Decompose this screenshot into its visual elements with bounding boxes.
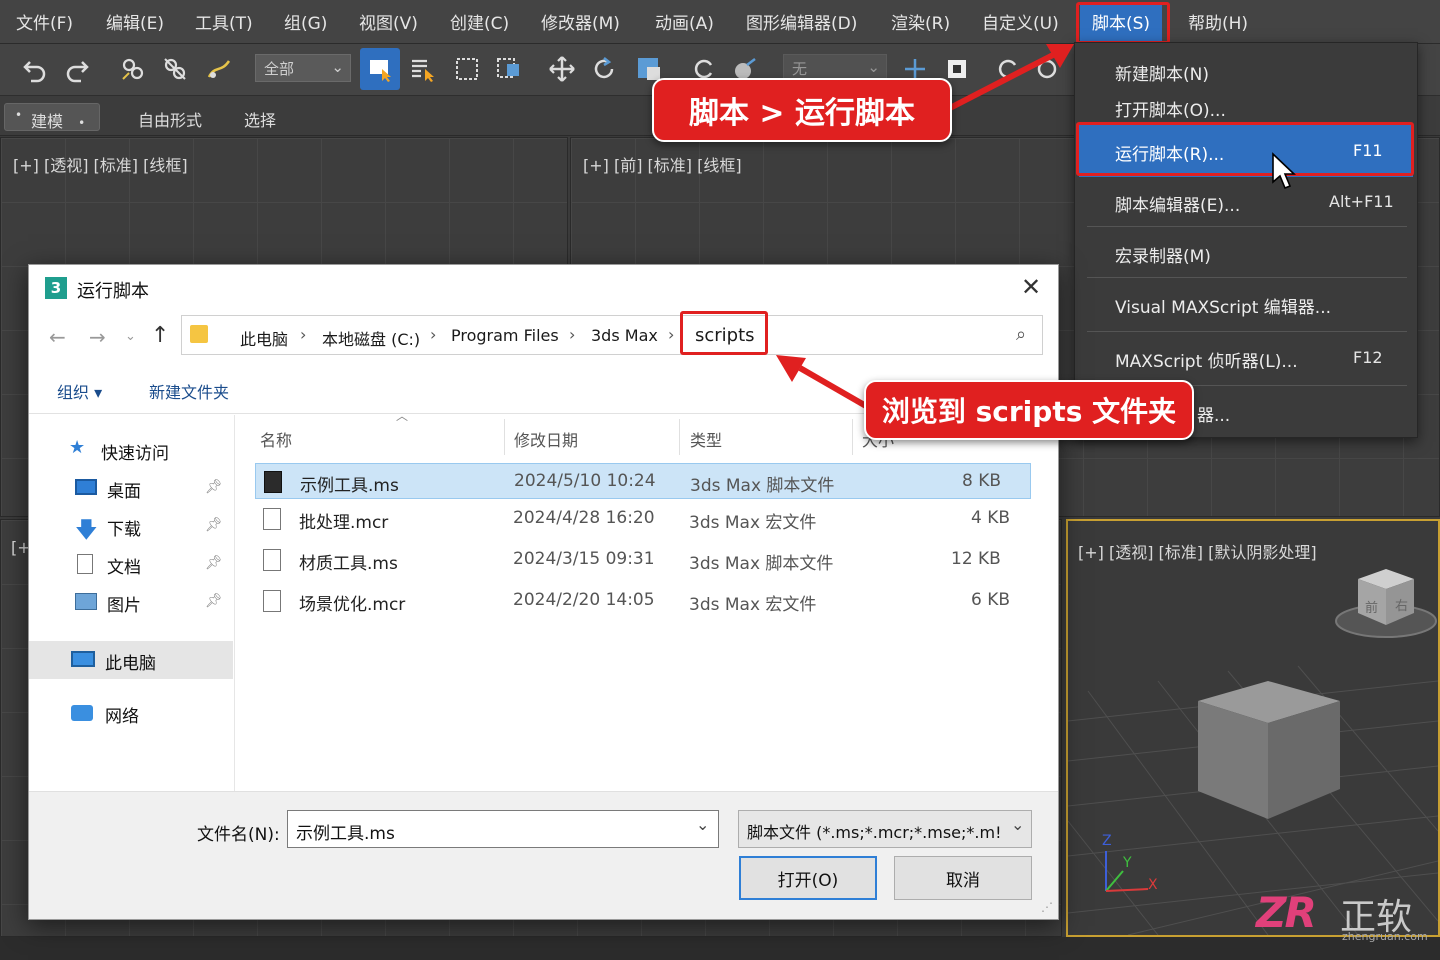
annotation-arrows — [776, 44, 1074, 409]
callout-run-script: 脚本 > 运行脚本 — [652, 78, 952, 142]
watermark-logo: ZR — [1256, 888, 1317, 937]
callout-browse-scripts: 浏览到 scripts 文件夹 — [864, 380, 1194, 440]
watermark-url: zhengruan.com — [1342, 930, 1428, 943]
